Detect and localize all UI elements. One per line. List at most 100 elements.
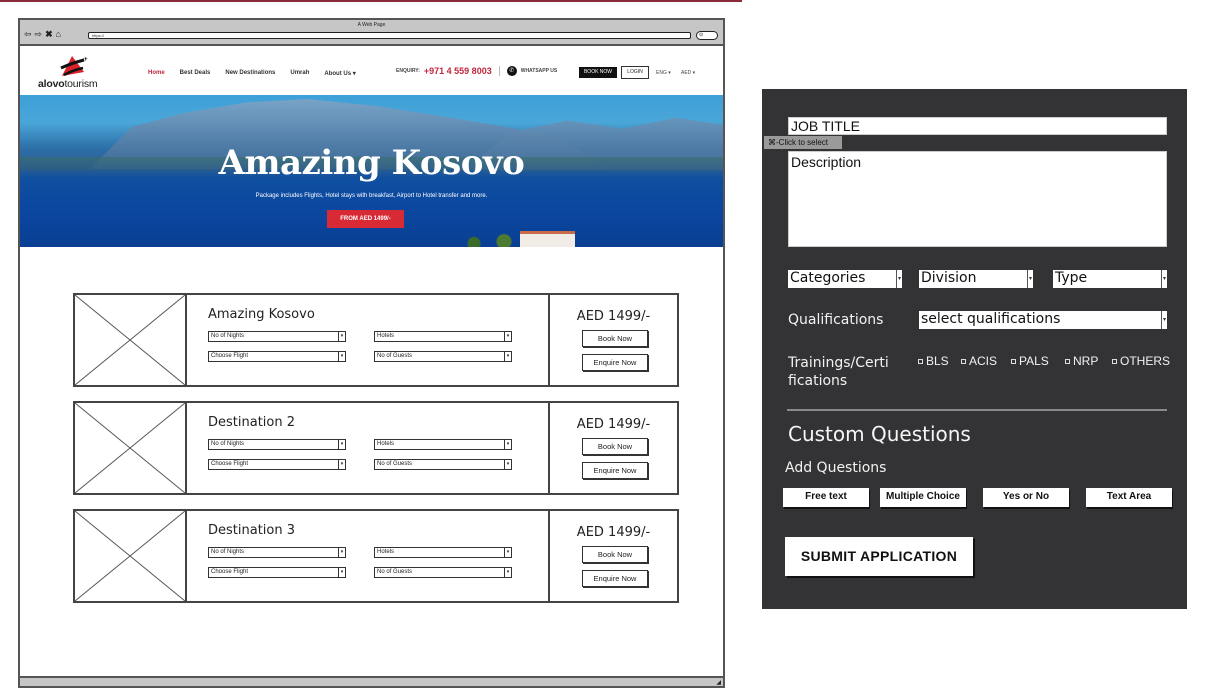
dropdown-arrow-icon: ▾: [504, 548, 511, 557]
login-button[interactable]: LOGIN: [621, 66, 649, 79]
nav-home[interactable]: Home: [148, 70, 165, 77]
hotels-select[interactable]: Hotels ▾: [374, 547, 512, 558]
hotels-select[interactable]: Hotels ▾: [374, 439, 512, 450]
header-book-now-button[interactable]: BOOK NOW: [579, 67, 617, 78]
resize-grip-icon[interactable]: ◢: [716, 679, 721, 686]
training-checkbox-bls[interactable]: BLS: [918, 354, 949, 368]
dropdown-arrow-icon: ▾: [338, 332, 345, 341]
hero-cta-button[interactable]: FROM AED 1499/-: [327, 210, 404, 228]
price-column: AED 1499/- Book Now Enquire Now: [548, 511, 677, 601]
image-placeholder-icon: [75, 403, 185, 493]
add-multiple-choice-button[interactable]: Multiple Choice: [880, 488, 966, 507]
dropdown-arrow-icon: ▾: [504, 460, 511, 469]
job-title-input[interactable]: JOB TITLE: [788, 117, 1167, 135]
whatsapp-icon[interactable]: ✆: [506, 66, 517, 76]
checkbox-icon: [1112, 358, 1117, 364]
home-icon[interactable]: ⌂: [56, 29, 61, 39]
top-rule: [0, 0, 742, 2]
package-title: Destination 3: [208, 523, 296, 538]
whatsapp-label[interactable]: WHATSAPP US: [521, 68, 557, 74]
package-price: AED 1499/-: [576, 309, 651, 324]
dropdown-arrow-icon: ▾: [1161, 270, 1167, 288]
forward-arrow-icon[interactable]: ⇨: [35, 29, 43, 39]
description-textarea[interactable]: Description: [788, 151, 1167, 247]
qualifications-select[interactable]: select qualifications ▾: [919, 311, 1167, 329]
package-price: AED 1499/-: [576, 525, 651, 540]
book-now-button[interactable]: Book Now: [582, 330, 648, 347]
dropdown-arrow-icon: ▾: [504, 352, 511, 361]
enquire-now-button[interactable]: Enquire Now: [582, 570, 648, 587]
flight-select[interactable]: Choose Flight ▾: [208, 351, 346, 362]
url-bar[interactable]: https://: [88, 32, 691, 39]
checkbox-icon: [1011, 358, 1016, 364]
guests-select[interactable]: No of Guests ▾: [374, 351, 512, 362]
training-checkbox-others[interactable]: OTHERS: [1112, 354, 1170, 368]
add-free-text-button[interactable]: Free text: [783, 488, 869, 507]
nights-select[interactable]: No of Nights ▾: [208, 439, 346, 450]
dropdown-arrow-icon: ▾: [504, 332, 511, 341]
dropdown-arrow-icon: ▾: [338, 440, 345, 449]
training-checkbox-acis[interactable]: ACIS: [961, 354, 997, 368]
nights-select[interactable]: No of Nights ▾: [208, 331, 346, 342]
hero-title: Amazing Kosovo: [218, 143, 525, 183]
guests-select[interactable]: No of Guests ▾: [374, 459, 512, 470]
flight-select[interactable]: Choose Flight ▾: [208, 567, 346, 578]
dropdown-arrow-icon: ▾: [504, 568, 511, 577]
package-card: Amazing Kosovo No of Nights ▾ Hotels ▾ Cho…: [73, 293, 679, 387]
section-divider: [787, 409, 1167, 411]
division-select[interactable]: Division ▾: [919, 270, 1033, 288]
price-column: AED 1499/- Book Now Enquire Now: [548, 295, 677, 385]
logo[interactable]: ✈ alovotourism: [38, 54, 108, 92]
dropdown-arrow-icon: ▾: [338, 352, 345, 361]
back-arrow-icon[interactable]: ⇦: [24, 29, 32, 39]
logo-mark-icon: ✈: [60, 56, 88, 77]
price-column: AED 1499/- Book Now Enquire Now: [548, 403, 677, 493]
type-select[interactable]: Type ▾: [1053, 270, 1167, 288]
phone-number[interactable]: +971 4 559 8003: [424, 66, 492, 76]
nights-select[interactable]: No of Nights ▾: [208, 547, 346, 558]
dropdown-arrow-icon: ▾: [1161, 311, 1167, 329]
svg-text:✈: ✈: [83, 56, 88, 63]
dropdown-arrow-icon: ▾: [896, 270, 902, 288]
submit-application-button[interactable]: SUBMIT APPLICATION: [785, 537, 973, 576]
divider: [498, 66, 500, 76]
checkbox-icon: [1065, 358, 1070, 364]
close-x-icon[interactable]: ✖: [45, 29, 53, 39]
package-card: Destination 2 No of Nights ▾ Hotels ▾ Choo…: [73, 401, 679, 495]
browser-nav: ⇦ ⇨ ✖ ⌂: [24, 29, 61, 39]
qualifications-label: Qualifications: [788, 312, 884, 328]
image-placeholder: [75, 403, 187, 493]
nav-new-destinations[interactable]: New Destinations: [225, 70, 275, 77]
search-icon: ⊙: [699, 32, 704, 38]
book-now-button[interactable]: Book Now: [582, 438, 648, 455]
tooltip: ⌘-Click to select: [764, 136, 842, 149]
enquire-now-button[interactable]: Enquire Now: [582, 354, 648, 371]
custom-questions-heading: Custom Questions: [788, 422, 971, 446]
language-select[interactable]: ENG ▾: [656, 70, 671, 76]
hero-villa: [520, 231, 575, 247]
checkbox-icon: [918, 358, 923, 364]
nav-best-deals[interactable]: Best Deals: [180, 70, 211, 77]
nav-about-us[interactable]: About Us ▾: [324, 70, 355, 77]
categories-select[interactable]: Categories ▾: [788, 270, 902, 288]
enquire-now-button[interactable]: Enquire Now: [582, 462, 648, 479]
add-text-area-button[interactable]: Text Area: [1086, 488, 1172, 507]
hero-subtitle: Package includes Flights, Hotel stays wi…: [255, 193, 488, 199]
flight-select[interactable]: Choose Flight ▾: [208, 459, 346, 470]
add-yes-no-button[interactable]: Yes or No: [983, 488, 1069, 507]
search-pill[interactable]: ⊙: [696, 31, 718, 40]
package-title: Destination 2: [208, 415, 296, 430]
currency-select[interactable]: AED ▾: [681, 70, 695, 76]
image-placeholder-icon: [75, 295, 185, 385]
package-title: Amazing Kosovo: [208, 307, 315, 322]
nav-umrah[interactable]: Umrah: [290, 70, 309, 77]
training-checkbox-nrp[interactable]: NRP: [1065, 354, 1098, 368]
training-checkbox-pals[interactable]: PALS: [1011, 354, 1049, 368]
book-now-button[interactable]: Book Now: [582, 546, 648, 563]
checkbox-icon: [961, 358, 966, 364]
main-nav: Home Best Deals New Destinations Umrah A…: [148, 70, 356, 77]
enquiry-block: ENQUIRY: +971 4 559 8003 ✆ WHATSAPP US: [396, 66, 557, 76]
hotels-select[interactable]: Hotels ▾: [374, 331, 512, 342]
guests-select[interactable]: No of Guests ▾: [374, 567, 512, 578]
dropdown-arrow-icon: ▾: [1027, 270, 1033, 288]
